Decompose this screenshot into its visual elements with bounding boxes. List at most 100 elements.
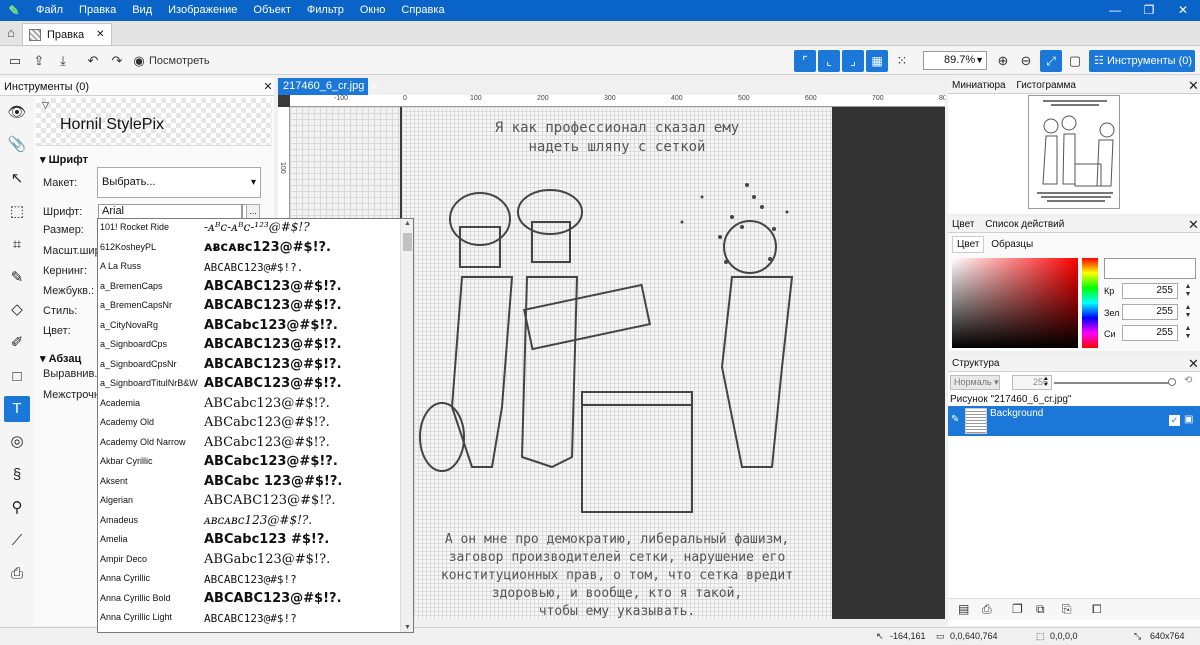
shape-tool-icon[interactable]: □ xyxy=(4,364,30,390)
menu-view[interactable]: Вид xyxy=(124,0,160,21)
menu-help[interactable]: Справка xyxy=(393,0,452,21)
home-icon[interactable]: ⌂ xyxy=(0,21,22,45)
tab-thumbnail[interactable]: Миниатюра xyxy=(948,80,1010,91)
view-button[interactable]: Посмотреть xyxy=(149,51,210,71)
saturation-value-picker[interactable] xyxy=(952,258,1078,348)
layout-select[interactable]: Выбрать... ▾ xyxy=(97,167,261,198)
close-button[interactable]: ✕ xyxy=(1166,0,1200,21)
lock-icon[interactable]: ▣ xyxy=(1184,414,1193,425)
font-list-item[interactable]: Amadeus ᴀʙᴄᴀʙᴄ123@#$!?. xyxy=(98,512,400,532)
merge-layer-icon[interactable]: ⧉ xyxy=(1036,602,1045,617)
text-tool-icon[interactable]: T xyxy=(4,396,30,422)
font-list-item[interactable]: Amelia ABCabc123 #$!?. xyxy=(98,531,400,551)
scroll-up-icon[interactable]: ▲ xyxy=(401,220,413,227)
opacity-slider[interactable] xyxy=(1054,382,1172,384)
layer-visible-checkbox[interactable]: ✓ xyxy=(1169,415,1180,426)
close-panel-icon[interactable]: ✕ xyxy=(1184,216,1200,234)
red-spinner-icon[interactable]: ▲ ▼ xyxy=(1182,283,1194,299)
paperclip-icon[interactable]: 📎 xyxy=(4,132,30,158)
grid-icon[interactable]: ▦ xyxy=(866,50,888,72)
align-tl-icon[interactable]: ⌜ xyxy=(794,50,816,72)
redo-icon[interactable]: ↷ xyxy=(108,51,126,71)
blue-spinner-icon[interactable]: ▲ ▼ xyxy=(1182,325,1194,341)
menu-image[interactable]: Изображение xyxy=(160,0,245,21)
preset-dropdown-icon[interactable]: ▽ xyxy=(42,100,49,111)
font-list-item[interactable]: Academy Old ABCabc123@#$!?. xyxy=(98,414,400,434)
tab-edit[interactable]: Правка ✕ xyxy=(22,23,112,45)
font-list-item[interactable]: Anna Cyrillic Bold ABCABC123@#$!?. xyxy=(98,590,400,610)
document-tab-close-icon[interactable]: ✕ xyxy=(370,81,378,91)
font-list-item[interactable]: a_CityNovaRg ABCabc123@#$!?. xyxy=(98,317,400,337)
color-mix-icon[interactable]: ◎ xyxy=(4,429,30,455)
font-list-item[interactable]: Academy Old Narrow ABCabc123@#$!?. xyxy=(98,434,400,454)
fill-tool-icon[interactable]: ✐ xyxy=(4,330,30,356)
copy-layer-icon[interactable]: ⧠ xyxy=(1092,602,1102,617)
rect-select-icon[interactable]: ⬚ xyxy=(4,199,30,225)
font-list-item[interactable]: Academia ABCabc123@#$!?. xyxy=(98,395,400,415)
close-panel-icon[interactable]: ✕ xyxy=(1184,77,1200,95)
camera-layer-icon[interactable]: ⎙ xyxy=(982,602,992,617)
fit-screen-icon[interactable]: ⤢ xyxy=(1040,50,1062,72)
font-input[interactable]: Arial xyxy=(98,204,242,219)
new-file-icon[interactable]: ▭ xyxy=(6,51,24,71)
subtab-swatches[interactable]: Образцы xyxy=(987,237,1037,252)
hue-slider[interactable] xyxy=(1082,258,1098,348)
actual-size-icon[interactable]: ▢ xyxy=(1066,51,1084,71)
tab-color[interactable]: Цвет xyxy=(948,219,978,230)
align-bl-icon[interactable]: ⌞ xyxy=(818,50,840,72)
font-list-item[interactable]: a_SignboardCpsNr ABCABC123@#$!?. xyxy=(98,356,400,376)
green-spinner-icon[interactable]: ▲ ▼ xyxy=(1182,304,1194,320)
opacity-slider-knob[interactable] xyxy=(1168,378,1176,386)
tab-action-list[interactable]: Список действий xyxy=(981,219,1068,230)
align-br-icon[interactable]: ⌟ xyxy=(842,50,864,72)
new-layer-icon[interactable]: ▤ xyxy=(958,602,969,616)
zoom-out-icon[interactable]: ⊖ xyxy=(1018,51,1034,71)
crop-tool-icon[interactable]: ⌗ xyxy=(4,232,30,258)
font-list-item[interactable]: A La Russ ABCABC123@#$!?. xyxy=(98,258,400,278)
brush-tool-icon[interactable]: ✎ xyxy=(4,265,30,291)
tab-histogram[interactable]: Гистограмма xyxy=(1012,80,1080,91)
font-list-item[interactable]: a_SignboardCps ABCABC123@#$!?. xyxy=(98,336,400,356)
red-input[interactable]: 255 xyxy=(1122,283,1178,299)
upload-icon[interactable]: ⇪ xyxy=(30,51,48,71)
zoom-in-icon[interactable]: ⊕ xyxy=(995,51,1011,71)
font-list-item[interactable]: 101! Rocket Ride -ᴀᴮᴄ-ᴀᴮᴄ-¹²³@#$!? xyxy=(98,219,400,239)
document-image[interactable]: Я как профессионал сказал ему надеть шляп… xyxy=(402,107,832,619)
close-panel-icon[interactable]: ✕ xyxy=(1184,355,1200,373)
eraser-tool-icon[interactable]: ◇ xyxy=(4,297,30,323)
font-list-item[interactable]: 612KosheyPL ᴀᴃᴄᴀʙᴄ123@#$!?. xyxy=(98,239,400,259)
zoom-select[interactable]: 89.7% ▼ xyxy=(923,51,987,70)
scroll-down-icon[interactable]: ▼ xyxy=(401,624,413,631)
menu-filter[interactable]: Фильтр xyxy=(299,0,352,21)
section-paragraph-header[interactable]: ▾ Абзац xyxy=(40,352,81,365)
blend-mode-select[interactable]: Нормаль ▾ xyxy=(950,375,1000,390)
subtab-color[interactable]: Цвет xyxy=(952,236,985,253)
close-panel-icon[interactable]: ✕ xyxy=(258,78,274,96)
undo-icon[interactable]: ↶ xyxy=(84,51,102,71)
section-font-header[interactable]: ▾ Шрифт xyxy=(40,153,88,166)
menu-window[interactable]: Окно xyxy=(352,0,394,21)
font-list-item[interactable]: Anna Cyrillic ABCABC123@#$!? xyxy=(98,570,400,590)
smudge-tool-icon[interactable]: § xyxy=(4,462,30,488)
scroll-thumb[interactable] xyxy=(403,233,412,251)
menu-edit[interactable]: Правка xyxy=(71,0,124,21)
pointer-tool-icon[interactable]: ↖ xyxy=(4,166,30,192)
font-list-scrollbar[interactable]: ▲ ▼ xyxy=(400,219,413,632)
export-layer-icon[interactable]: ⎘ xyxy=(1062,602,1072,617)
current-color-swatch[interactable] xyxy=(1104,258,1196,279)
font-list-item[interactable]: a_SignboardTitulNrB&W ABCABC123@#$!?. xyxy=(98,375,400,395)
font-list-item[interactable]: Aksent ABCabc 123@#$!?. xyxy=(98,473,400,493)
font-list-item[interactable]: Algerian ABCABC123@#$!?. xyxy=(98,492,400,512)
tools-panel-button[interactable]: ☷ Инструменты (0) xyxy=(1089,50,1195,72)
layer-row[interactable]: ✎ Background ✓ ▣ xyxy=(948,406,1200,436)
opacity-spinner-icon[interactable]: ▲ ▼ xyxy=(1043,376,1049,388)
font-list-item[interactable]: a_BremenCapsNr ABCABC123@#$!?. xyxy=(98,297,400,317)
eye-tool-icon[interactable]: 👁 xyxy=(4,100,30,126)
eyedropper-icon[interactable]: ⟋ xyxy=(4,528,30,554)
font-more-button[interactable]: ... xyxy=(246,204,260,219)
camera-icon[interactable]: ⎙ xyxy=(4,561,30,587)
duplicate-layer-icon[interactable]: ❐ xyxy=(1012,602,1023,616)
tab-close-icon[interactable]: ✕ xyxy=(96,29,104,40)
font-list-dropdown[interactable]: 101! Rocket Ride -ᴀᴮᴄ-ᴀᴮᴄ-¹²³@#$!? 612Kosh… xyxy=(97,218,414,633)
font-list-item[interactable]: Akbar Cyrillic ABCabc123@#$!?. xyxy=(98,453,400,473)
